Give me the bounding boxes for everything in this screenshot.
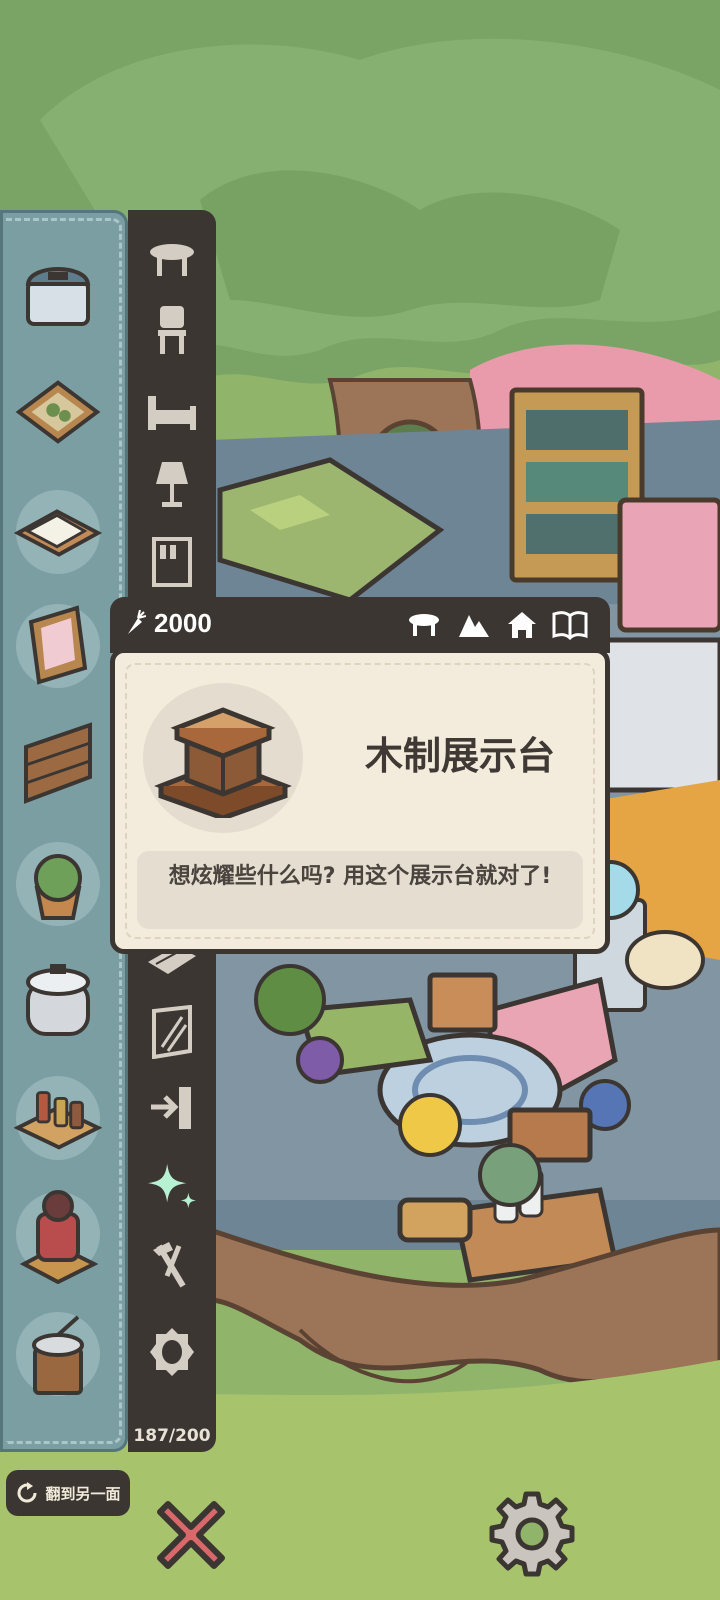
wallpaper-icon[interactable] [146,1005,198,1059]
table-icon[interactable] [404,605,444,645]
seal-icon[interactable] [146,1326,198,1378]
wooden-pedestal-icon [154,707,292,818]
flip-side-label: 翻到另一面 [45,1484,121,1503]
mountain-icon[interactable] [454,605,494,645]
item-notebook[interactable] [14,488,102,576]
item-samurai-armor[interactable] [14,1190,102,1284]
price-tag: 2000 [126,601,212,645]
rotate-icon [18,1482,37,1503]
item-rice-cooker[interactable] [14,956,102,1044]
item-info-card: 木制展示台 想炫耀些什么吗? 用这个展示台就对了! [110,648,610,954]
armor-icon [19,1190,98,1284]
picture-frame-icon [28,605,88,685]
sparkle-icon[interactable] [146,1160,198,1212]
notebook-icon [14,509,102,557]
item-wooden-fence[interactable] [14,718,102,806]
lamp-icon[interactable] [146,458,198,510]
carrot-icon [128,610,146,634]
book-icon[interactable] [550,605,590,645]
flip-side-button[interactable]: 翻到另一面 [6,1470,130,1516]
item-coffee-grinder[interactable] [14,1310,102,1398]
close-button[interactable] [146,1490,236,1580]
item-list-panel[interactable] [0,210,128,1452]
coffee-grinder-icon [32,1315,84,1395]
capacity-counter: 187/200 [133,1426,211,1446]
spice-shelf-icon [14,1091,102,1150]
fence-icon [24,722,92,804]
plant-tray-icon [15,380,101,444]
item-potted-cabbage[interactable] [14,840,102,928]
bed-icon[interactable] [146,386,198,438]
item-trash-bin[interactable] [14,250,102,338]
cabbage-pot-icon [34,854,82,920]
house-icon[interactable] [502,605,542,645]
table-icon[interactable] [146,234,198,286]
settings-gear-icon[interactable] [486,1488,578,1580]
trash-bin-icon [25,267,91,326]
item-description: 想炫耀些什么吗? 用这个展示台就对了! [137,851,583,929]
tools-icon[interactable] [146,1240,198,1292]
shelf-icon[interactable] [146,536,198,588]
rice-cooker-icon [26,964,90,1036]
item-spice-shelf[interactable] [14,1074,102,1162]
chair-icon[interactable] [146,304,198,356]
item-plant-tray[interactable] [14,368,102,456]
door-icon[interactable] [146,1082,198,1134]
item-picture-frame[interactable] [14,602,102,690]
item-title: 木制展示台 [364,734,555,778]
item-thumbnail [143,683,303,833]
card-header: 2000 [110,597,610,653]
price-amount: 2000 [154,607,212,638]
